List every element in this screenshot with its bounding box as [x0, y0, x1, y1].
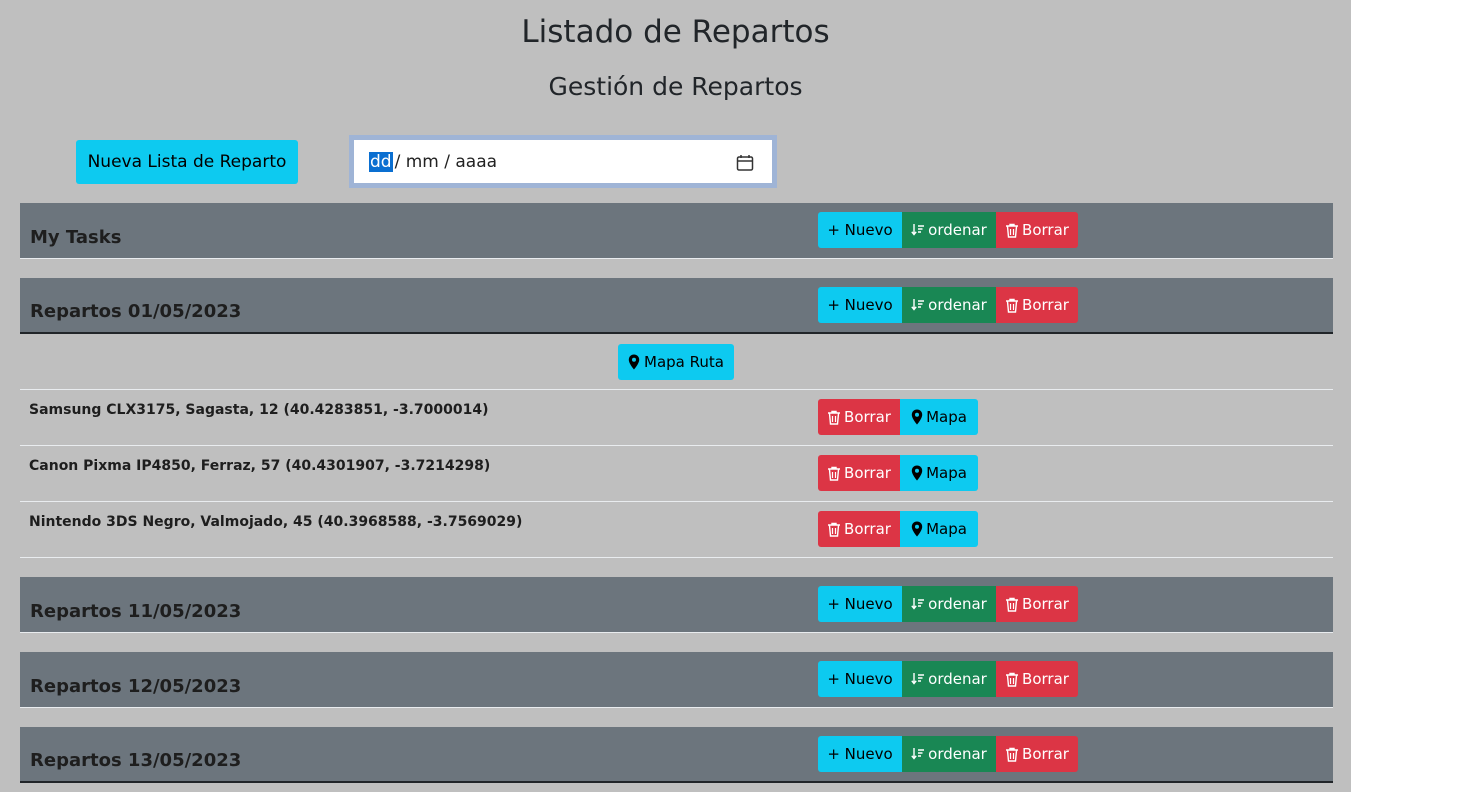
borrar-label: Borrar [1022, 670, 1069, 688]
ordenar-label: ordenar [928, 221, 987, 239]
page-subtitle: Gestión de Repartos [548, 72, 803, 101]
date-month-year-segments[interactable]: / mm / aaaa [395, 152, 497, 172]
group-title: My Tasks [30, 227, 122, 248]
group-header-my-tasks: My Tasks + Nuevo ordenar Borrar [20, 203, 1333, 259]
nuevo-button[interactable]: + Nuevo [818, 212, 902, 248]
nuevo-button[interactable]: + Nuevo [818, 736, 902, 772]
ordenar-button[interactable]: ordenar [902, 586, 996, 622]
ordenar-button[interactable]: ordenar [902, 736, 996, 772]
mapa-label: Mapa [926, 408, 967, 426]
group-title: Repartos 13/05/2023 [30, 750, 242, 771]
sort-down-icon [911, 748, 925, 760]
list-item: Nintendo 3DS Negro, Valmojado, 45 (40.39… [20, 502, 1333, 558]
borrar-label: Borrar [844, 464, 891, 482]
borrar-button[interactable]: Borrar [996, 287, 1078, 323]
borrar-label: Borrar [1022, 595, 1069, 613]
geo-pin-icon [911, 409, 923, 425]
nuevo-button[interactable]: + Nuevo [818, 287, 902, 323]
date-day-segment[interactable]: dd [369, 151, 393, 172]
geo-pin-icon [911, 521, 923, 537]
group-header-repartos-12-05-2023: Repartos 12/05/2023 + Nuevo ordenar Borr… [20, 652, 1333, 708]
group-actions: + Nuevo ordenar Borrar [818, 736, 1078, 772]
list-item: Canon Pixma IP4850, Ferraz, 57 (40.43019… [20, 446, 1333, 502]
item-mapa-button[interactable]: Mapa [900, 455, 978, 491]
trash-icon [1006, 747, 1019, 762]
item-actions: Borrar Mapa [818, 399, 978, 435]
new-list-button[interactable]: Nueva Lista de Reparto [76, 140, 298, 184]
item-actions: Borrar Mapa [818, 511, 978, 547]
ordenar-button[interactable]: ordenar [902, 661, 996, 697]
group-header-repartos-13-05-2023: Repartos 13/05/2023 + Nuevo ordenar Borr… [20, 727, 1333, 783]
mapa-label: Mapa [926, 520, 967, 538]
trash-icon [1006, 672, 1019, 687]
ordenar-label: ordenar [928, 595, 987, 613]
sort-down-icon [911, 598, 925, 610]
borrar-label: Borrar [1022, 221, 1069, 239]
item-borrar-button[interactable]: Borrar [818, 511, 900, 547]
item-actions: Borrar Mapa [818, 455, 978, 491]
borrar-label: Borrar [1022, 745, 1069, 763]
group-header-repartos-01-05-2023: Repartos 01/05/2023 + Nuevo ordenar Borr… [20, 278, 1333, 334]
item-borrar-button[interactable]: Borrar [818, 399, 900, 435]
item-mapa-button[interactable]: Mapa [900, 511, 978, 547]
borrar-label: Borrar [1022, 296, 1069, 314]
mapa-ruta-button[interactable]: Mapa Ruta [618, 344, 734, 380]
group-title: Repartos 12/05/2023 [30, 676, 242, 697]
mapa-ruta-label: Mapa Ruta [644, 353, 724, 371]
sort-down-icon [911, 673, 925, 685]
group-header-repartos-11-05-2023: Repartos 11/05/2023 + Nuevo ordenar Borr… [20, 577, 1333, 633]
trash-icon [1006, 597, 1019, 612]
nuevo-button[interactable]: + Nuevo [818, 661, 902, 697]
group-title: Repartos 11/05/2023 [30, 601, 242, 622]
calendar-icon[interactable] [736, 154, 754, 172]
trash-icon [1006, 223, 1019, 238]
ordenar-button[interactable]: ordenar [902, 287, 996, 323]
list-item: Samsung CLX3175, Sagasta, 12 (40.4283851… [20, 390, 1333, 446]
trash-icon [828, 410, 841, 425]
geo-pin-icon [911, 465, 923, 481]
date-input[interactable]: dd / mm / aaaa [354, 140, 772, 183]
trash-icon [828, 466, 841, 481]
item-text: Canon Pixma IP4850, Ferraz, 57 (40.43019… [29, 458, 491, 474]
mapa-label: Mapa [926, 464, 967, 482]
item-borrar-button[interactable]: Borrar [818, 455, 900, 491]
ordenar-label: ordenar [928, 296, 987, 314]
nuevo-button[interactable]: + Nuevo [818, 586, 902, 622]
borrar-label: Borrar [844, 408, 891, 426]
trash-icon [828, 522, 841, 537]
ordenar-label: ordenar [928, 745, 987, 763]
geo-pin-icon [628, 354, 640, 370]
group-actions: + Nuevo ordenar Borrar [818, 586, 1078, 622]
group-title: Repartos 01/05/2023 [30, 301, 242, 322]
item-text: Samsung CLX3175, Sagasta, 12 (40.4283851… [29, 402, 489, 418]
trash-icon [1006, 298, 1019, 313]
main-panel: Listado de Repartos Gestión de Repartos … [0, 0, 1351, 792]
page-title: Listado de Repartos [521, 14, 830, 50]
group-actions: + Nuevo ordenar Borrar [818, 212, 1078, 248]
ordenar-label: ordenar [928, 670, 987, 688]
sort-down-icon [911, 299, 925, 311]
borrar-label: Borrar [844, 520, 891, 538]
borrar-button[interactable]: Borrar [996, 586, 1078, 622]
item-text: Nintendo 3DS Negro, Valmojado, 45 (40.39… [29, 514, 523, 530]
ordenar-button[interactable]: ordenar [902, 212, 996, 248]
group-actions: + Nuevo ordenar Borrar [818, 661, 1078, 697]
borrar-button[interactable]: Borrar [996, 736, 1078, 772]
item-mapa-button[interactable]: Mapa [900, 399, 978, 435]
date-input-focus-ring: dd / mm / aaaa [349, 135, 777, 188]
group-actions: + Nuevo ordenar Borrar [818, 287, 1078, 323]
map-route-row: Mapa Ruta [20, 335, 1333, 390]
sort-down-icon [911, 224, 925, 236]
borrar-button[interactable]: Borrar [996, 661, 1078, 697]
borrar-button[interactable]: Borrar [996, 212, 1078, 248]
